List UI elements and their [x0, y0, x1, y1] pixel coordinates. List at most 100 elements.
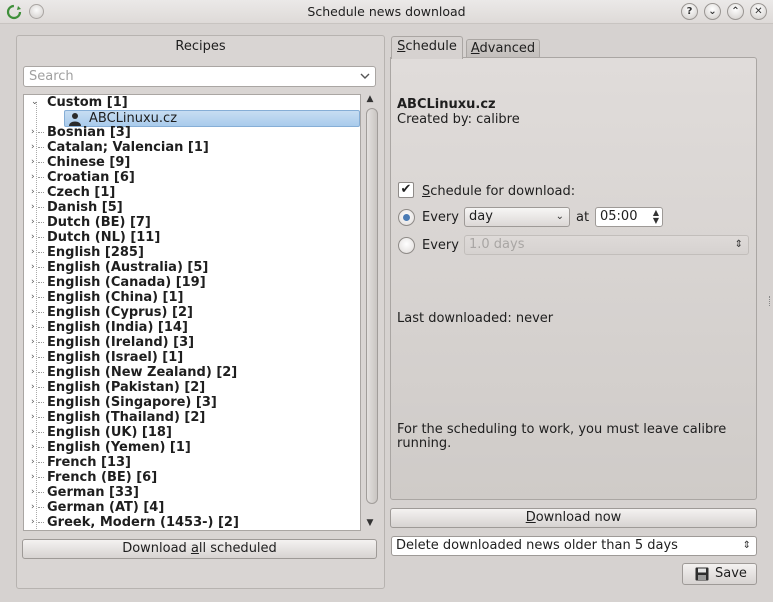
scroll-down-arrow-icon[interactable]: ▼ [365, 518, 375, 528]
splitter-handle[interactable] [769, 296, 771, 306]
every-days-radio[interactable] [398, 237, 415, 254]
scheduling-note-line1: For the scheduling to work, you must lea… [397, 422, 727, 437]
tree-group-label: Dutch (BE) [7] [47, 215, 151, 230]
tree-group[interactable]: › English (India) [14] [24, 320, 360, 335]
tree-group-label: English (Cyprus) [2] [47, 305, 193, 320]
chevron-down-icon[interactable] [359, 70, 371, 82]
tree-group-label: English (Ireland) [3] [47, 335, 195, 350]
chevron-down-icon: ⌄ [555, 211, 564, 222]
window-title: Schedule news download [307, 4, 466, 19]
tree-group[interactable]: › English (Yemen) [1] [24, 440, 360, 455]
tree-group-label: English (Australia) [5] [47, 260, 209, 275]
tree-group-label: Catalan; Valencian [1] [47, 140, 209, 155]
tree-group[interactable]: › Catalan; Valencian [1] [24, 140, 360, 155]
tree-group[interactable]: › English (China) [1] [24, 290, 360, 305]
tree-group[interactable]: › English (Pakistan) [2] [24, 380, 360, 395]
scroll-up-arrow-icon[interactable]: ▲ [365, 94, 375, 104]
tree-group[interactable]: › English (UK) [18] [24, 425, 360, 440]
download-all-scheduled-button[interactable]: Download all scheduled [22, 539, 377, 559]
search-input[interactable]: Search [23, 66, 376, 87]
tree-group[interactable]: › English (Cyprus) [2] [24, 305, 360, 320]
search-placeholder: Search [29, 69, 74, 84]
tree-group-label: Bosnian [3] [47, 125, 131, 140]
tree-group[interactable]: › Danish [5] [24, 200, 360, 215]
scroll-thumb[interactable] [366, 108, 378, 504]
last-downloaded-text: Last downloaded: never [397, 311, 554, 326]
tree-group[interactable]: › English [285] [24, 245, 360, 260]
tree-group[interactable]: › English (Singapore) [3] [24, 395, 360, 410]
every-label: Every [422, 210, 459, 225]
scheduling-note-line2: running. [397, 436, 452, 451]
tree-group-label: German [33] [47, 485, 139, 500]
spin-arrows-icon: ⇕ [734, 239, 743, 250]
tree-group-label: French [13] [47, 455, 131, 470]
tree-group[interactable]: › English (Canada) [19] [24, 275, 360, 290]
tree-scrollbar[interactable]: ▲ ▼ [363, 94, 378, 531]
maximize-button[interactable]: ⌃ [727, 3, 744, 20]
tree-group[interactable]: › English (Thailand) [2] [24, 410, 360, 425]
tree-group[interactable]: › Dutch (BE) [7] [24, 215, 360, 230]
tree-group[interactable]: › Czech [1] [24, 185, 360, 200]
recipe-tree[interactable]: ⌄ Custom [1] ABCLinuxu.cz › Bosnian [3] ›… [23, 94, 361, 531]
download-now-button[interactable]: Download now [390, 508, 757, 528]
tree-group[interactable]: › German [33] [24, 485, 360, 500]
delete-older-select[interactable]: Delete downloaded news older than 5 days… [391, 536, 757, 556]
schedule-checkbox-label[interactable]: Schedule for download: [422, 184, 575, 199]
tree-group-label: Czech [1] [47, 185, 116, 200]
recipes-heading: Recipes [175, 39, 226, 54]
tree-group[interactable]: › English (Australia) [5] [24, 260, 360, 275]
tree-group-label: English (New Zealand) [2] [47, 365, 238, 380]
schedule-checkbox[interactable]: ✔ [398, 182, 414, 198]
interval-unit-select[interactable]: day ⌄ [464, 207, 570, 227]
every-interval-radio[interactable] [398, 209, 415, 226]
scroll-track[interactable] [365, 108, 378, 512]
tree-group-label: French (BE) [6] [47, 470, 158, 485]
tree-group[interactable]: › French (BE) [6] [24, 470, 360, 485]
recipe-author: Created by: calibre [397, 112, 520, 127]
tree-group-label: Greek, Modern (1453-) [2] [47, 515, 239, 530]
save-button[interactable]: Save [682, 563, 757, 585]
tree-group[interactable]: › English (New Zealand) [2] [24, 365, 360, 380]
tree-group-label: English (India) [14] [47, 320, 188, 335]
spin-arrows-icon[interactable]: ▲ ▼ [653, 209, 659, 225]
title-bar: Schedule news download ? ⌄ ⌃ ✕ [0, 0, 773, 24]
spin-arrows-icon: ⇕ [742, 540, 751, 551]
tree-group[interactable]: › Greek, Modern (1453-) [2] [24, 515, 360, 530]
tree-group[interactable]: › Bosnian [3] [24, 125, 360, 140]
days-spinbox[interactable]: 1.0 days ⇕ [464, 235, 749, 255]
recipe-title: ABCLinuxu.cz [397, 97, 496, 112]
user-icon [69, 113, 81, 126]
help-button[interactable]: ? [681, 3, 698, 20]
floppy-disk-icon [695, 567, 709, 581]
tree-group-label: English (Thailand) [2] [47, 410, 206, 425]
tree-group[interactable]: › French [13] [24, 455, 360, 470]
tree-group-label: Chinese [9] [47, 155, 131, 170]
tree-item-label: ABCLinuxu.cz [89, 111, 178, 126]
tree-group-label: English (Canada) [19] [47, 275, 206, 290]
tree-group-label: English (China) [1] [47, 290, 184, 305]
collapse-arrow-icon[interactable]: ⌄ [31, 95, 41, 110]
tree-group-label: English (Yemen) [1] [47, 440, 191, 455]
tab-schedule[interactable]: Schedule [391, 36, 463, 59]
tree-group-label: English (Singapore) [3] [47, 395, 217, 410]
close-button[interactable]: ✕ [750, 3, 767, 20]
tree-group-custom[interactable]: ⌄ Custom [1] [24, 95, 360, 110]
tree-group-label: English (UK) [18] [47, 425, 172, 440]
tree-group-label: Custom [1] [47, 95, 128, 110]
tree-group[interactable]: › Dutch (NL) [11] [24, 230, 360, 245]
tree-group-label: German (AT) [4] [47, 500, 165, 515]
tree-group[interactable]: › German (AT) [4] [24, 500, 360, 515]
tree-group[interactable]: › English (Ireland) [3] [24, 335, 360, 350]
minimize-button[interactable]: ⌄ [704, 3, 721, 20]
tree-group-label: Croatian [6] [47, 170, 135, 185]
tree-group[interactable]: › Croatian [6] [24, 170, 360, 185]
tree-group-label: English (Israel) [1] [47, 350, 184, 365]
tab-advanced[interactable]: Advanced [466, 39, 540, 58]
tree-group[interactable]: › English (Israel) [1] [24, 350, 360, 365]
every-days-label: Every [422, 238, 459, 253]
time-spinbox[interactable]: 05:00 ▲ ▼ [595, 207, 663, 227]
tree-group-label: English [285] [47, 245, 144, 260]
at-label: at [576, 210, 590, 225]
tree-group[interactable]: › Chinese [9] [24, 155, 360, 170]
tree-group-label: Dutch (NL) [11] [47, 230, 161, 245]
